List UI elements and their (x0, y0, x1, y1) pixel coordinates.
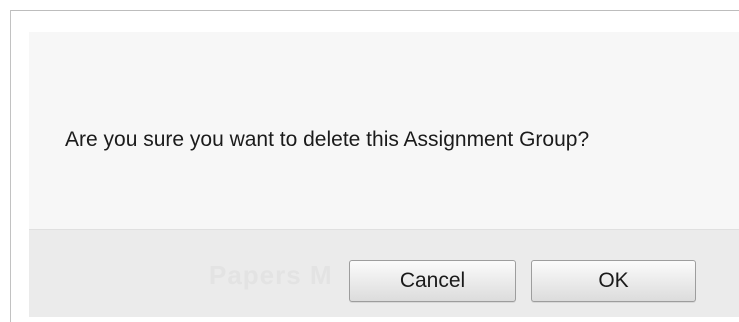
confirmation-message: Are you sure you want to delete this Ass… (65, 128, 590, 151)
dialog-button-bar: Papers M Cancel OK (29, 229, 739, 317)
background-page-text: Papers M (209, 260, 333, 290)
ok-button[interactable]: OK (531, 260, 696, 302)
cancel-button[interactable]: Cancel (349, 260, 516, 302)
confirm-delete-dialog: Are you sure you want to delete this Ass… (11, 11, 739, 322)
dialog-body: Are you sure you want to delete this Ass… (29, 32, 739, 229)
screenshot-frame: Are you sure you want to delete this Ass… (0, 0, 739, 322)
